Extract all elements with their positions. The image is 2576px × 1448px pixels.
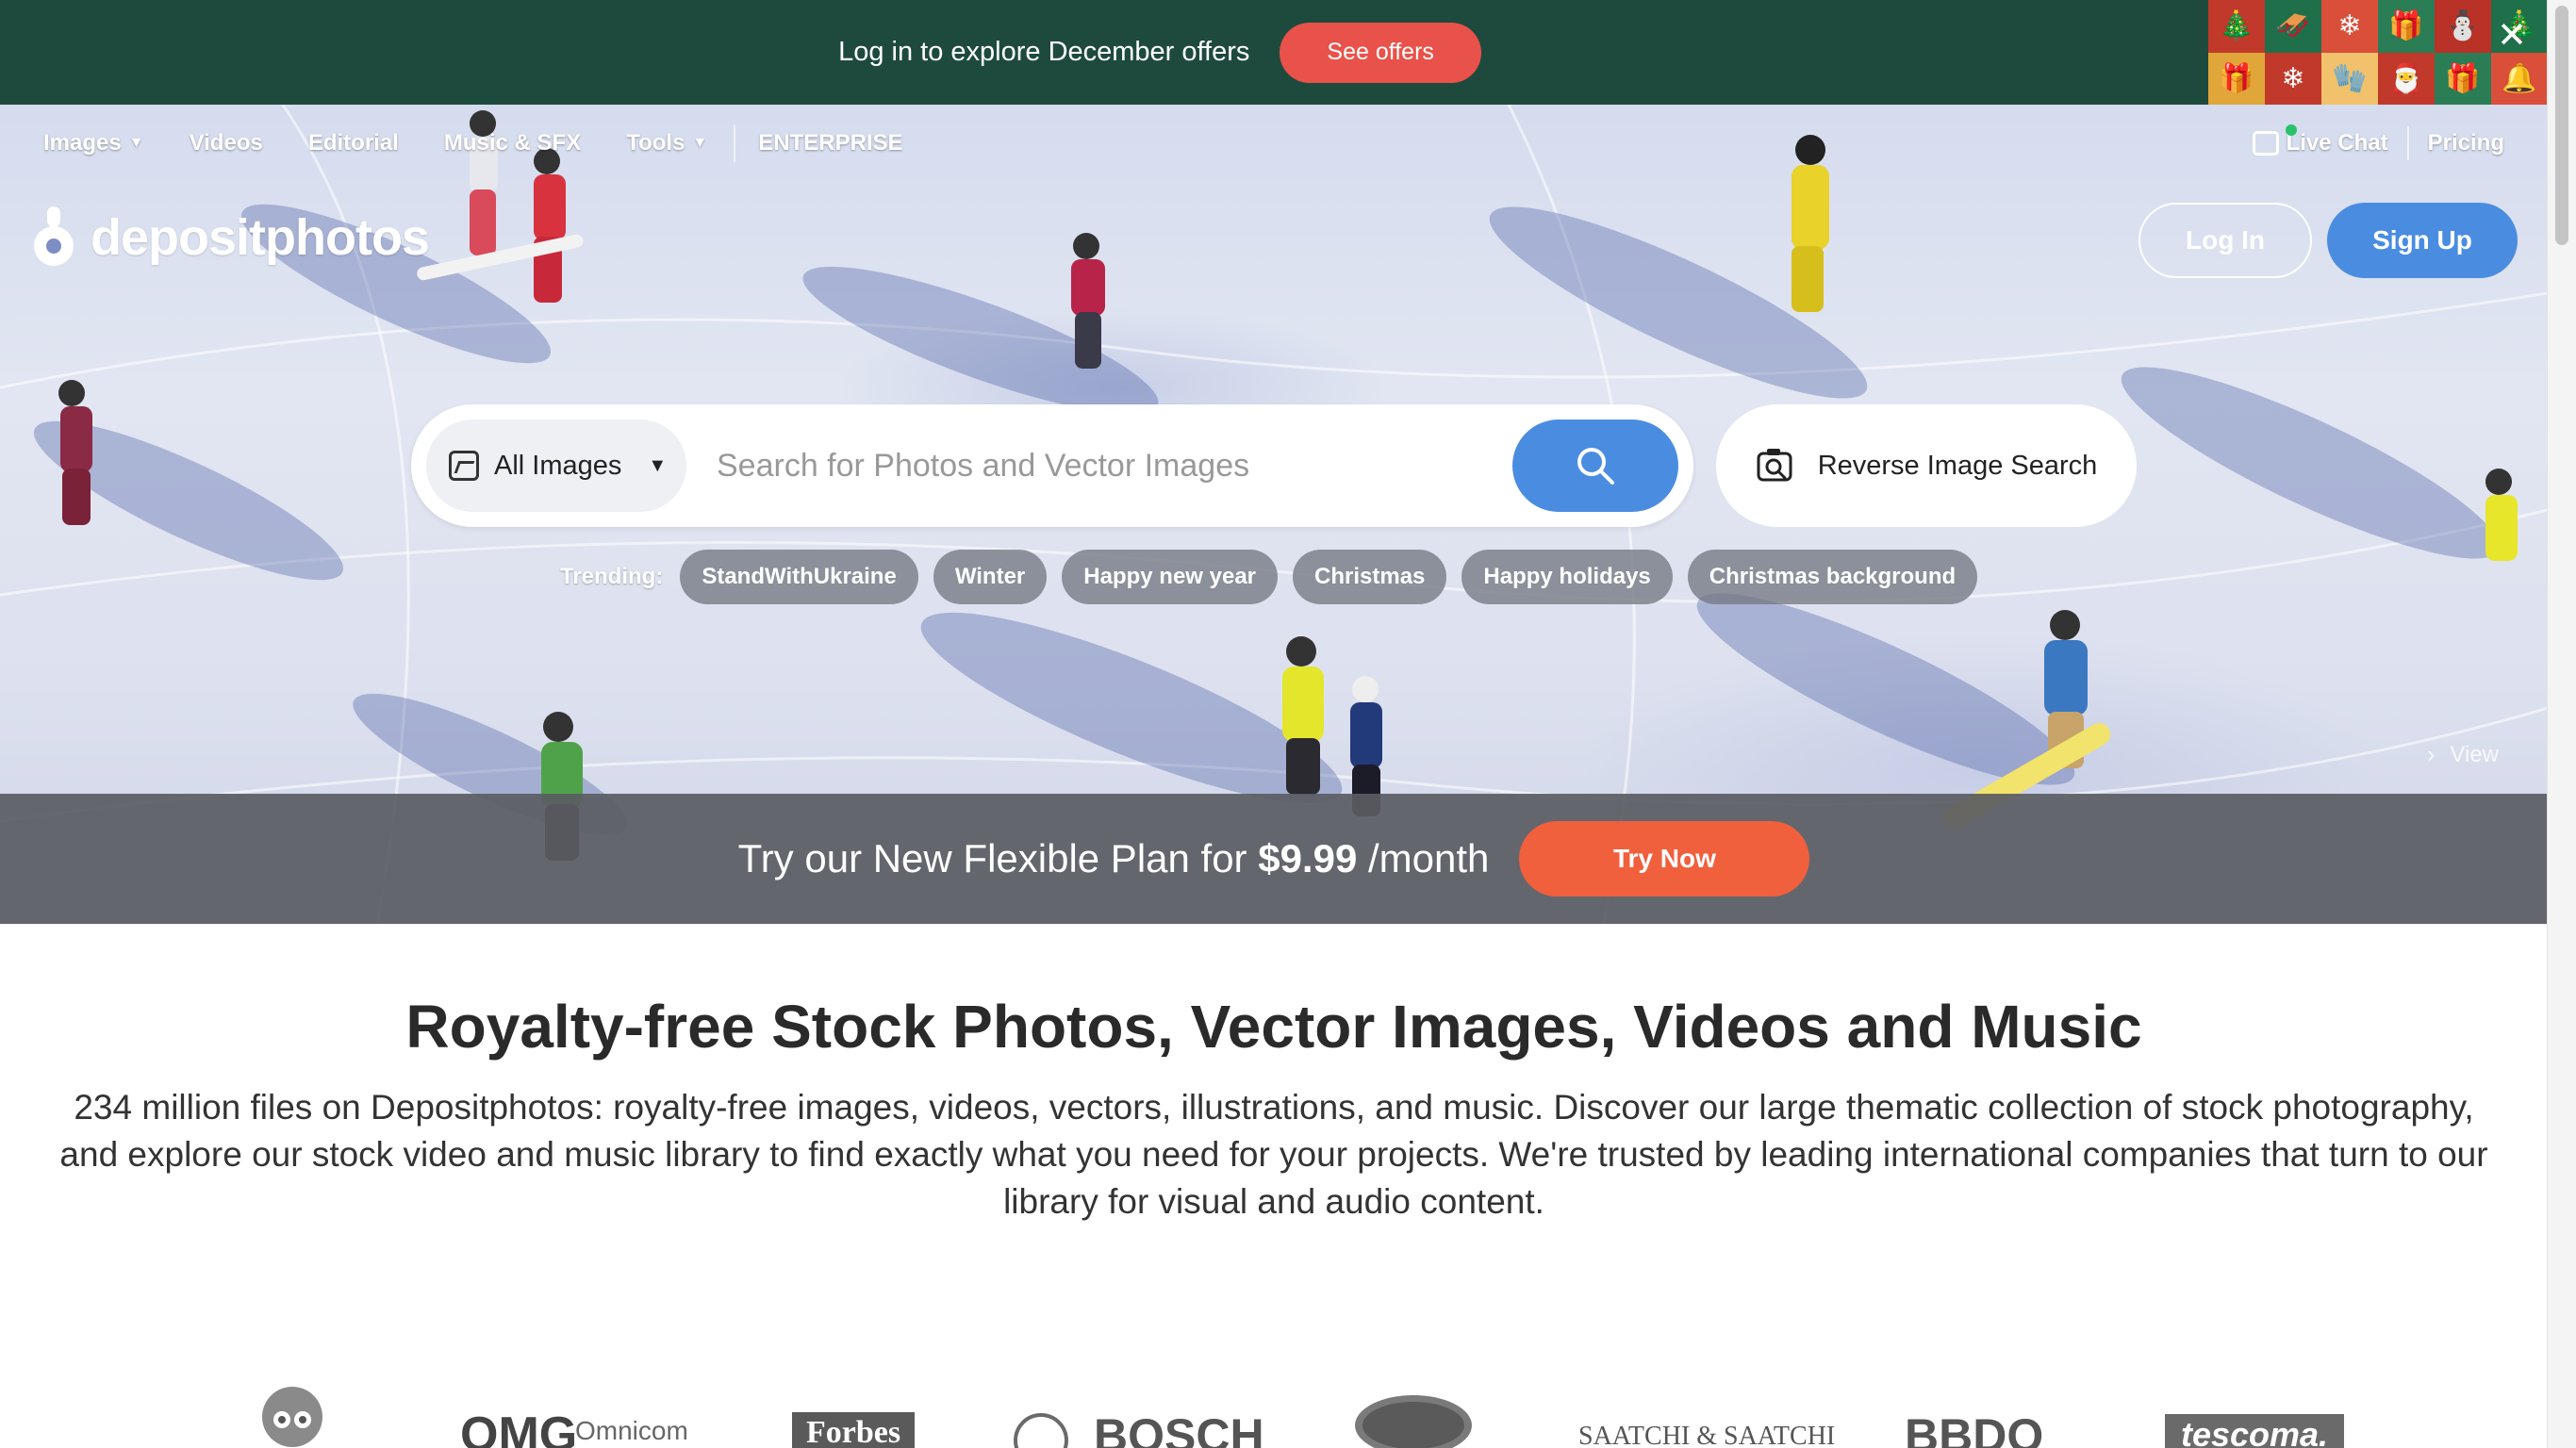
- omnicom-logo: Omnicom: [575, 1416, 688, 1445]
- trending-chip[interactable]: Happy holidays: [1461, 550, 1673, 604]
- nav-divider: [734, 124, 736, 162]
- reverse-search-label: Reverse Image Search: [1817, 450, 2098, 481]
- plan-period: /month: [1368, 836, 1490, 880]
- pattern-cell: 🧤: [2321, 52, 2378, 105]
- caret-down-icon: ▼: [692, 135, 708, 151]
- nav-right-group: Live Chat Pricing: [2252, 105, 2504, 182]
- pattern-cell: 🎁: [2208, 52, 2265, 105]
- depositphotos-logo[interactable]: depositphotos: [30, 205, 430, 271]
- reverse-image-search-button[interactable]: Reverse Image Search: [1716, 404, 2137, 527]
- scrollbar-thumb[interactable]: [2555, 6, 2568, 245]
- plan-text: Try our New Flexible Plan for: [737, 836, 1247, 880]
- logo-icon: [34, 206, 74, 266]
- pattern-cell: 🔔: [2491, 52, 2548, 105]
- pattern-cell: ⛄: [2435, 0, 2491, 53]
- search-bar: All Images ▼: [411, 404, 1693, 527]
- nav-videos[interactable]: Videos: [190, 130, 263, 156]
- trending-chip[interactable]: Winter: [933, 550, 1048, 604]
- pattern-cell: 🛷: [2265, 0, 2321, 53]
- bosch-logo: BOSCH: [1094, 1409, 1264, 1448]
- bosch-logo-mark: [1014, 1413, 1068, 1448]
- nav-tools[interactable]: Tools ▼: [626, 130, 707, 156]
- pattern-cell: ❄: [2265, 52, 2321, 105]
- top-navigation: Images ▼ Videos Editorial Music & SFX To…: [0, 105, 2548, 182]
- trusted-brands-row: OMG Omnicom Forbes BOSCH SAATCHI & SAATC…: [0, 1378, 2548, 1448]
- trending-chip[interactable]: Happy new year: [1062, 550, 1279, 604]
- live-chat-label: Live Chat: [2286, 130, 2388, 156]
- nav-enterprise[interactable]: ENTERPRISE: [758, 130, 902, 156]
- close-icon[interactable]: ✕: [2491, 15, 2533, 57]
- forbes-logo: Forbes: [792, 1412, 915, 1448]
- caret-down-icon: ▼: [128, 135, 144, 151]
- view-image-link[interactable]: › View: [2427, 742, 2499, 768]
- omg-logo: OMG: [460, 1407, 578, 1448]
- tripadvisor-logo: [262, 1387, 322, 1447]
- pattern-cell: 🎄: [2208, 0, 2265, 53]
- camera-search-icon: [1757, 449, 1792, 482]
- pattern-cell: 🎁: [2378, 0, 2435, 53]
- search-input[interactable]: [715, 422, 1512, 509]
- nav-editorial[interactable]: Editorial: [308, 130, 399, 156]
- nav-pricing[interactable]: Pricing: [2428, 130, 2504, 156]
- trending-chip[interactable]: Christmas background: [1687, 550, 1978, 604]
- pattern-cell: ❄: [2321, 0, 2378, 53]
- search-button[interactable]: [1512, 420, 1678, 512]
- nav-left-group: Images ▼ Videos Editorial Music & SFX To…: [43, 105, 949, 182]
- signup-button[interactable]: Sign Up: [2327, 203, 2518, 278]
- live-chat-link[interactable]: Live Chat: [2252, 124, 2388, 156]
- image-icon: [449, 451, 479, 481]
- nav-tools-label: Tools: [626, 130, 685, 156]
- search-icon: [1577, 448, 1614, 485]
- nav-divider: [2406, 126, 2409, 160]
- pattern-cell: 🎁: [2435, 52, 2491, 105]
- hero-section: Images ▼ Videos Editorial Music & SFX To…: [0, 105, 2548, 924]
- view-label: View: [2450, 742, 2499, 767]
- page-description: 234 million files on Depositphotos: roya…: [59, 1088, 2488, 1221]
- flexible-plan-banner: Try our New Flexible Plan for $9.99 /mon…: [0, 794, 2548, 924]
- flexible-plan-text: Try our New Flexible Plan for $9.99 /mon…: [738, 836, 1490, 881]
- page-scrollbar[interactable]: [2547, 0, 2576, 1448]
- see-offers-button[interactable]: See offers: [1280, 22, 1481, 83]
- promo-banner: Log in to explore December offers See of…: [0, 0, 2548, 105]
- promo-text: Log in to explore December offers: [838, 37, 1250, 67]
- pattern-cell: 🎅: [2378, 52, 2435, 105]
- try-now-button[interactable]: Try Now: [1519, 821, 1810, 897]
- logo-text: depositphotos: [91, 209, 430, 266]
- chat-icon: [2252, 124, 2297, 156]
- login-button[interactable]: Log In: [2138, 203, 2312, 278]
- plan-price: $9.99: [1258, 836, 1358, 880]
- chevron-right-icon: ›: [2427, 742, 2436, 767]
- tescoma-logo: tescoma.: [2165, 1414, 2344, 1448]
- nav-music[interactable]: Music & SFX: [444, 130, 581, 156]
- online-status-dot: [2285, 124, 2297, 136]
- auth-buttons: Log In Sign Up: [2138, 203, 2518, 278]
- bbdo-logo: BBDO: [1905, 1409, 2044, 1448]
- nav-images-label: Images: [43, 130, 122, 156]
- trending-chip[interactable]: StandWithUkraine: [680, 550, 918, 604]
- saatchi-logo: SAATCHI & SAATCHI: [1578, 1422, 1836, 1448]
- trending-label: Trending:: [560, 564, 664, 589]
- page-title: Royalty-free Stock Photos, Vector Images…: [405, 993, 2142, 1061]
- caret-down-icon: ▼: [648, 454, 668, 476]
- content-type-label: All Images: [494, 450, 622, 481]
- subaru-logo: [1355, 1395, 1472, 1448]
- promo-content: Log in to explore December offers See of…: [0, 0, 2320, 105]
- content-type-dropdown[interactable]: All Images ▼: [426, 420, 686, 512]
- trending-chip[interactable]: Christmas: [1293, 550, 1447, 604]
- trending-tags: Trending: StandWithUkraine Winter Happy …: [560, 550, 1978, 604]
- nav-images[interactable]: Images ▼: [43, 130, 144, 156]
